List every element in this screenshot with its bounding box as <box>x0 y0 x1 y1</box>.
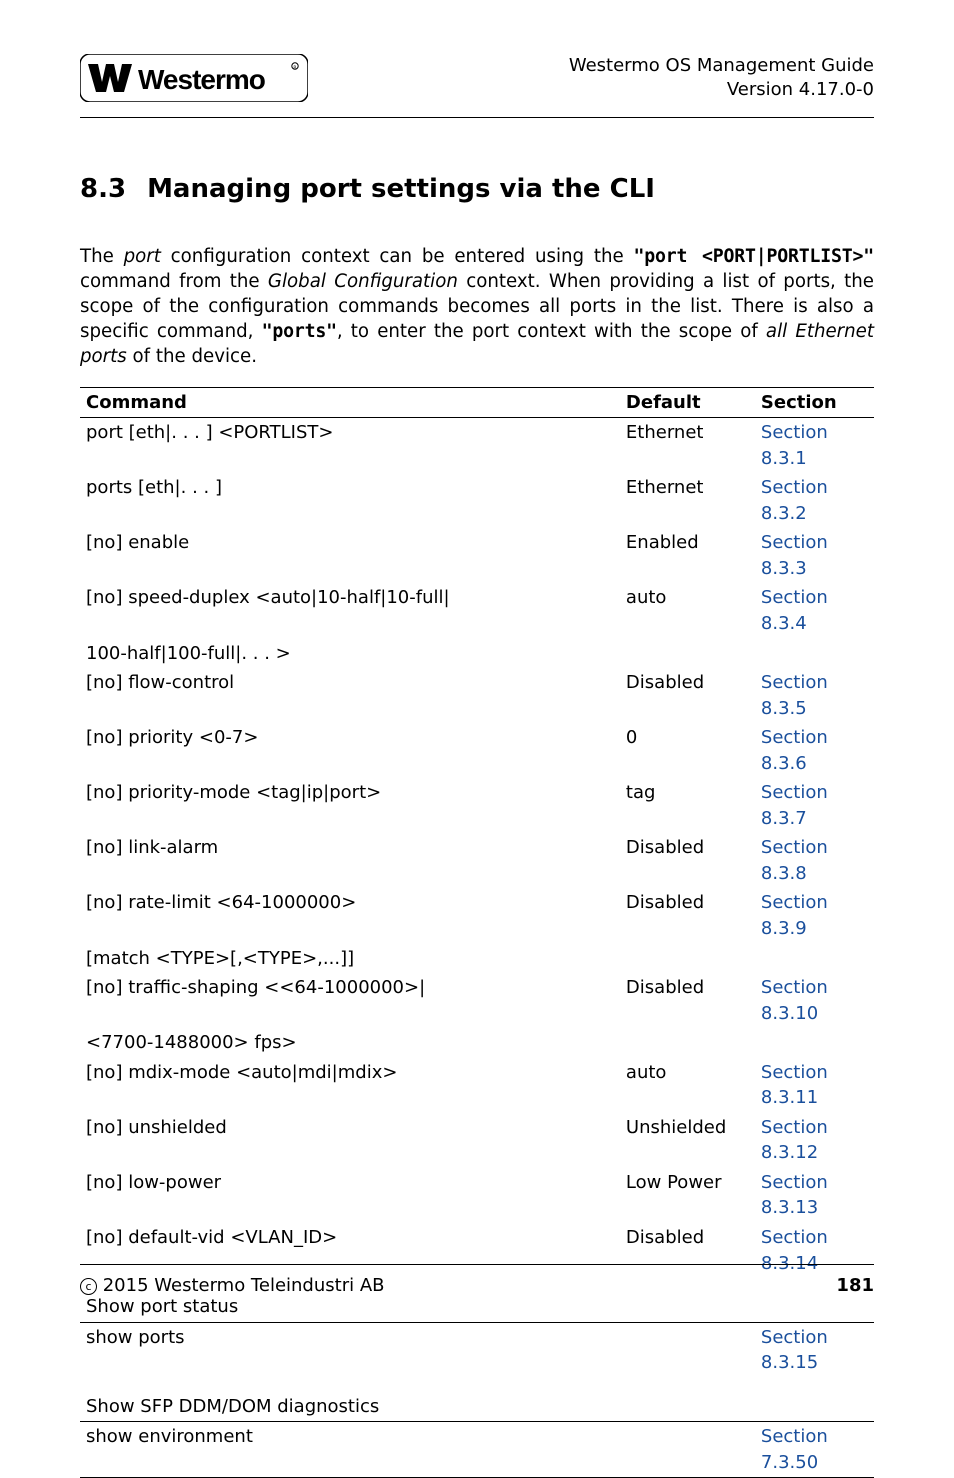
cell-cmd: 100-half|100-full|. . . > <box>80 639 620 669</box>
section-link[interactable]: Section 8.3.1 <box>755 418 874 474</box>
svg-text:Westermo: Westermo <box>138 64 266 95</box>
text-italic: Global Configuration <box>268 271 458 292</box>
cell-cmd: [no] enable <box>80 528 620 583</box>
header-title-line2: Version 4.17.0-0 <box>569 78 874 102</box>
cell-cmd: [no] traffic-shaping <<64-1000000>| <box>80 973 620 1028</box>
cell-def <box>620 1422 755 1478</box>
table-row: [no] low-powerLow PowerSection 8.3.13 <box>80 1168 874 1223</box>
footer-copyright: c 2015 Westermo Teleindustri AB <box>80 1275 384 1296</box>
table-row: [no] link-alarmDisabledSection 8.3.8 <box>80 833 874 888</box>
cell-def: Low Power <box>620 1168 755 1223</box>
text: configuration context can be entered usi… <box>161 246 634 267</box>
section-number: 8.3 <box>80 174 138 204</box>
section-link[interactable]: Section 8.3.3 <box>755 528 874 583</box>
cell-cmd: [no] priority-mode <tag|ip|port> <box>80 778 620 833</box>
cell-cmd: show environment <box>80 1422 620 1478</box>
cell-cmd: [no] link-alarm <box>80 833 620 888</box>
table-row: [no] mdix-mode <auto|mdi|mdix>autoSectio… <box>80 1058 874 1113</box>
table-subheader: Show SFP DDM/DOM diagnostics <box>80 1378 874 1422</box>
section-title-text: Managing port settings via the CLI <box>147 174 655 204</box>
th-default: Default <box>620 388 755 418</box>
cell-def: Disabled <box>620 668 755 723</box>
cell-def: Disabled <box>620 833 755 888</box>
th-command: Command <box>80 388 620 418</box>
cell-def: auto <box>620 1058 755 1113</box>
cell-def: tag <box>620 778 755 833</box>
cell-cmd: [no] unshielded <box>80 1113 620 1168</box>
section-link[interactable]: Section 7.3.50 <box>755 1422 874 1478</box>
table-row: [no] priority-mode <tag|ip|port>tagSecti… <box>80 778 874 833</box>
text-italic: port <box>124 246 161 267</box>
page-number: 181 <box>836 1275 874 1296</box>
cell-sec <box>755 1028 874 1058</box>
table-row: [no] unshieldedUnshieldedSection 8.3.12 <box>80 1113 874 1168</box>
text: , to enter the port context with the sco… <box>337 321 766 342</box>
cell-sec <box>755 944 874 974</box>
header-title: Westermo OS Management Guide Version 4.1… <box>569 54 874 103</box>
cell-cmd: [no] mdix-mode <auto|mdi|mdix> <box>80 1058 620 1113</box>
section-link[interactable]: Section 8.3.5 <box>755 668 874 723</box>
section-link[interactable]: Section 8.3.11 <box>755 1058 874 1113</box>
cell-cmd: port [eth|. . . ] <PORTLIST> <box>80 418 620 474</box>
footer-copyright-text: 2015 Westermo Teleindustri AB <box>97 1275 384 1296</box>
table-row: [no] priority <0-7>0Section 8.3.6 <box>80 723 874 778</box>
text: command from the <box>80 271 268 292</box>
th-section: Section <box>755 388 874 418</box>
cell-cmd: [no] rate-limit <64-1000000> <box>80 888 620 943</box>
cell-cmd: [no] speed-duplex <auto|10-half|10-full| <box>80 583 620 638</box>
cell-def: Unshielded <box>620 1113 755 1168</box>
section-link[interactable]: Section 8.3.4 <box>755 583 874 638</box>
copyright-icon: c <box>80 1278 97 1295</box>
text-mono: "port <PORT|PORTLIST>" <box>634 246 875 267</box>
cell-def: Ethernet <box>620 473 755 528</box>
page-header: Westermo R Westermo OS Management Guide … <box>80 54 874 118</box>
cell-def: Disabled <box>620 973 755 1028</box>
cell-def <box>620 639 755 669</box>
table-row: [no] enableEnabledSection 8.3.3 <box>80 528 874 583</box>
table-row: [no] traffic-shaping <<64-1000000>|Disab… <box>80 973 874 1028</box>
command-table: Command Default Section port [eth|. . . … <box>80 387 874 1478</box>
table-row: [no] rate-limit <64-1000000>DisabledSect… <box>80 888 874 943</box>
section-link[interactable]: Section 8.3.12 <box>755 1113 874 1168</box>
cell-cmd: [no] priority <0-7> <box>80 723 620 778</box>
table-row: [no] speed-duplex <auto|10-half|10-full|… <box>80 583 874 638</box>
cell-def: 0 <box>620 723 755 778</box>
cell-def <box>620 1028 755 1058</box>
header-title-line1: Westermo OS Management Guide <box>569 54 874 78</box>
cell-def <box>620 944 755 974</box>
cell-cmd: <7700-1488000> fps> <box>80 1028 620 1058</box>
section-link[interactable]: Section 8.3.9 <box>755 888 874 943</box>
table-header-row: Command Default Section <box>80 388 874 418</box>
cell-sec <box>755 639 874 669</box>
text-mono: "ports" <box>262 321 337 342</box>
cell-def: Disabled <box>620 888 755 943</box>
section-link[interactable]: Section 8.3.8 <box>755 833 874 888</box>
section-link[interactable]: Section 8.3.7 <box>755 778 874 833</box>
table-row: <7700-1488000> fps> <box>80 1028 874 1058</box>
cell-def: Enabled <box>620 528 755 583</box>
text: of the device. <box>127 346 257 367</box>
cell-cmd: [no] flow-control <box>80 668 620 723</box>
section-link[interactable]: Section 8.3.6 <box>755 723 874 778</box>
table-row: [no] flow-controlDisabledSection 8.3.5 <box>80 668 874 723</box>
table-row: port [eth|. . . ] <PORTLIST>EthernetSect… <box>80 418 874 474</box>
cell-cmd: [match <TYPE>[,<TYPE>,...]] <box>80 944 620 974</box>
cell-cmd: ports [eth|. . . ] <box>80 473 620 528</box>
section-link[interactable]: Section 8.3.10 <box>755 973 874 1028</box>
westermo-logo: Westermo R <box>80 54 308 102</box>
subheader-label: Show SFP DDM/DOM diagnostics <box>80 1378 874 1422</box>
section-link[interactable]: Section 8.3.13 <box>755 1168 874 1223</box>
section-link[interactable]: Section 8.3.2 <box>755 473 874 528</box>
table-row: 100-half|100-full|. . . > <box>80 639 874 669</box>
intro-paragraph: The port configuration context can be en… <box>80 244 874 370</box>
cell-cmd: [no] low-power <box>80 1168 620 1223</box>
table-row: [match <TYPE>[,<TYPE>,...]] <box>80 944 874 974</box>
page-footer: c 2015 Westermo Teleindustri AB 181 <box>80 1264 874 1296</box>
cell-def: auto <box>620 583 755 638</box>
table-row: ports [eth|. . . ]EthernetSection 8.3.2 <box>80 473 874 528</box>
table-row: show environment Section 7.3.50 <box>80 1422 874 1478</box>
text: The <box>80 246 124 267</box>
cell-def: Ethernet <box>620 418 755 474</box>
section-heading: 8.3 Managing port settings via the CLI <box>80 174 874 204</box>
